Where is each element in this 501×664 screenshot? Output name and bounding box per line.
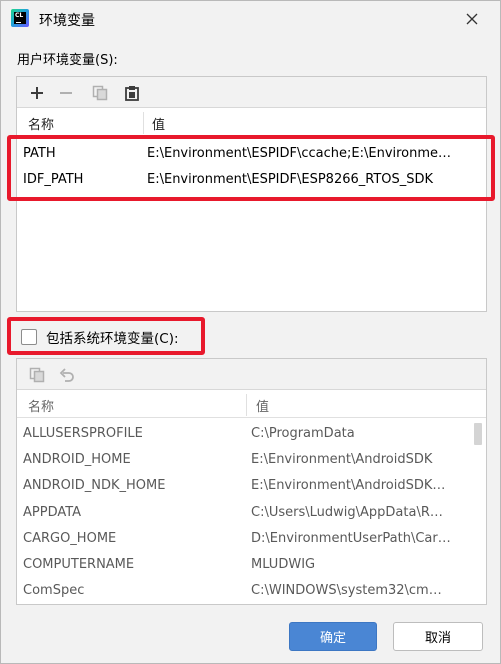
column-name-header[interactable]: 名称 [28, 396, 54, 415]
var-name: CARGO_HOME [23, 531, 117, 546]
var-value: MLUDWIG [251, 557, 316, 572]
user-vars-header: 名称 值 [17, 110, 486, 136]
paste-button[interactable] [120, 81, 144, 105]
user-vars-table: 名称 值 PATH E:\Environment\ESPIDF\ccache;E… [16, 76, 487, 312]
close-icon [466, 13, 478, 25]
clion-icon: CL [11, 9, 29, 27]
table-row[interactable]: ANDROID_HOME E:\Environment\AndroidSDK [17, 448, 486, 474]
undo-icon [59, 368, 74, 382]
copy-icon [29, 367, 45, 383]
add-icon [31, 87, 43, 99]
var-name: APPDATA [23, 505, 82, 520]
copy-button[interactable] [25, 363, 49, 387]
var-value: E:\Environment\AndroidSDK… [251, 478, 446, 493]
table-row[interactable]: ALLUSERSPROFILE C:\ProgramData [17, 422, 486, 448]
undo-button[interactable] [55, 363, 79, 387]
var-name: IDF_PATH [23, 172, 84, 187]
user-vars-toolbar [17, 77, 486, 108]
var-name: COMPUTERNAME [23, 557, 135, 572]
var-value: C:\ProgramData [251, 426, 355, 441]
user-vars-label: 用户环境变量(S): [17, 53, 118, 68]
table-row[interactable]: ANDROID_NDK_HOME E:\Environment\AndroidS… [17, 474, 486, 500]
var-name: ALLUSERSPROFILE [23, 426, 143, 441]
table-row[interactable]: APPDATA C:\Users\Ludwig\AppData\R… [17, 501, 486, 527]
include-system-vars-row[interactable]: 包括系统环境变量(C): [21, 326, 179, 348]
include-system-vars-checkbox[interactable] [21, 329, 37, 345]
system-vars-header: 名称 值 [17, 392, 486, 418]
table-row[interactable]: COMPUTERNAME MLUDWIG [17, 553, 486, 579]
var-name: PATH [23, 146, 56, 161]
table-row[interactable]: ComSpec C:\WINDOWS\system32\cm… [17, 579, 486, 605]
table-row[interactable]: CARGO_HOME D:\EnvironmentUserPath\Car… [17, 527, 486, 553]
scrollbar-thumb[interactable] [474, 423, 482, 445]
cancel-button[interactable]: 取消 [393, 622, 483, 651]
column-name-header[interactable]: 名称 [28, 114, 54, 133]
remove-icon [60, 92, 72, 94]
column-divider[interactable] [246, 394, 247, 416]
include-system-vars-label[interactable]: 包括系统环境变量(C): [46, 327, 179, 347]
environment-variables-dialog: CL 环境变量 用户环境变量(S): 名称 值 PATH E:\Environm… [0, 0, 501, 664]
column-divider[interactable] [143, 112, 144, 134]
copy-button[interactable] [88, 81, 112, 105]
system-vars-toolbar [17, 359, 486, 390]
ok-button[interactable]: 确定 [289, 622, 377, 651]
var-value: E:\Environment\ESPIDF\ESP8266_RTOS_SDK [147, 172, 434, 187]
title-bar: CL 环境变量 [1, 1, 500, 39]
var-value: E:\Environment\ESPIDF\ccache;E:\Environm… [147, 146, 459, 161]
paste-icon [125, 86, 139, 101]
copy-icon [92, 85, 108, 101]
var-value: D:\EnvironmentUserPath\Car… [251, 531, 451, 546]
var-name: ANDROID_HOME [23, 452, 131, 467]
vertical-scrollbar[interactable] [472, 419, 484, 605]
var-name: ComSpec [23, 583, 85, 598]
close-button[interactable] [457, 5, 487, 33]
var-name: ANDROID_NDK_HOME [23, 478, 166, 493]
table-row[interactable]: IDF_PATH E:\Environment\ESPIDF\ESP8266_R… [17, 168, 486, 194]
var-value: C:\WINDOWS\system32\cm… [251, 583, 442, 598]
column-value-header[interactable]: 值 [256, 396, 269, 415]
add-button[interactable] [25, 81, 49, 105]
window-title: 环境变量 [39, 13, 95, 29]
var-value: E:\Environment\AndroidSDK [251, 452, 433, 467]
system-vars-table: 名称 值 ALLUSERSPROFILE C:\ProgramData ANDR… [16, 358, 487, 605]
var-value: C:\Users\Ludwig\AppData\R… [251, 505, 443, 520]
remove-button[interactable] [54, 81, 78, 105]
table-row[interactable]: PATH E:\Environment\ESPIDF\ccache;E:\Env… [17, 142, 486, 168]
column-value-header[interactable]: 值 [152, 114, 165, 133]
